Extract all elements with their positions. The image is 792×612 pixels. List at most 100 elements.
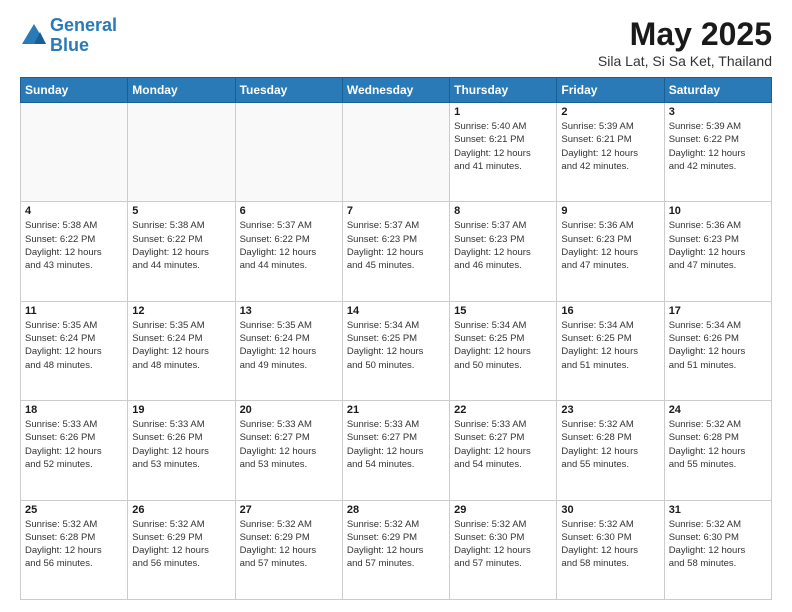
- calendar-cell: 24 Sunrise: 5:32 AM Sunset: 6:28 PM Dayli…: [664, 401, 771, 500]
- day-number: 20: [240, 404, 338, 416]
- day-number: 4: [25, 205, 123, 217]
- calendar-cell: 14Sunrise: 5:34 AM Sunset: 6:25 PM Dayli…: [342, 301, 449, 400]
- day-number: 11: [25, 305, 123, 317]
- logo-general: General: [50, 15, 117, 35]
- calendar-cell: 12Sunrise: 5:35 AM Sunset: 6:24 PM Dayli…: [128, 301, 235, 400]
- calendar-header-sunday: Sunday: [21, 78, 128, 103]
- day-info: Sunrise: 5:35 AM Sunset: 6:24 PM Dayligh…: [240, 319, 338, 372]
- calendar-cell: 2Sunrise: 5:39 AM Sunset: 6:21 PM Daylig…: [557, 103, 664, 202]
- day-number: 22: [454, 404, 552, 416]
- day-info: Sunrise: 5:34 AM Sunset: 6:25 PM Dayligh…: [454, 319, 552, 372]
- calendar-cell: 7Sunrise: 5:37 AM Sunset: 6:23 PM Daylig…: [342, 202, 449, 301]
- calendar-cell: 6 Sunrise: 5:37 AM Sunset: 6:22 PM Daylig…: [235, 202, 342, 301]
- day-info: Sunrise: 5:34 AM Sunset: 6:26 PM Dayligh…: [669, 319, 767, 372]
- calendar-cell: 18 Sunrise: 5:33 AM Sunset: 6:26 PM Dayli…: [21, 401, 128, 500]
- day-number: 8: [454, 205, 552, 217]
- day-info: Sunrise: 5:35 AM Sunset: 6:24 PM Dayligh…: [132, 319, 230, 372]
- calendar-cell: 25 Sunrise: 5:32 AM Sunset: 6:28 PM Dayli…: [21, 500, 128, 599]
- calendar-cell: 3 Sunrise: 5:39 AM Sunset: 6:22 PM Daylig…: [664, 103, 771, 202]
- calendar-week-3: 11 Sunrise: 5:35 AM Sunset: 6:24 PM Dayli…: [21, 301, 772, 400]
- day-info: Sunrise: 5:33 AM Sunset: 6:27 PM Dayligh…: [454, 418, 552, 471]
- page: General Blue May 2025 Sila Lat, Si Sa Ke…: [0, 0, 792, 612]
- day-info: Sunrise: 5:37 AM Sunset: 6:23 PM Dayligh…: [454, 219, 552, 272]
- calendar-cell: [342, 103, 449, 202]
- day-info: Sunrise: 5:32 AM Sunset: 6:30 PM Dayligh…: [561, 518, 659, 571]
- header: General Blue May 2025 Sila Lat, Si Sa Ke…: [20, 16, 772, 69]
- logo-blue: Blue: [50, 35, 89, 55]
- calendar-cell: 27 Sunrise: 5:32 AM Sunset: 6:29 PM Dayli…: [235, 500, 342, 599]
- calendar-header-monday: Monday: [128, 78, 235, 103]
- day-number: 31: [669, 504, 767, 516]
- calendar-cell: 16 Sunrise: 5:34 AM Sunset: 6:25 PM Dayli…: [557, 301, 664, 400]
- calendar-header-friday: Friday: [557, 78, 664, 103]
- calendar-cell: 21Sunrise: 5:33 AM Sunset: 6:27 PM Dayli…: [342, 401, 449, 500]
- day-number: 27: [240, 504, 338, 516]
- calendar-cell: 26Sunrise: 5:32 AM Sunset: 6:29 PM Dayli…: [128, 500, 235, 599]
- day-number: 30: [561, 504, 659, 516]
- calendar-header-saturday: Saturday: [664, 78, 771, 103]
- day-info: Sunrise: 5:34 AM Sunset: 6:25 PM Dayligh…: [347, 319, 445, 372]
- day-info: Sunrise: 5:33 AM Sunset: 6:27 PM Dayligh…: [240, 418, 338, 471]
- day-info: Sunrise: 5:32 AM Sunset: 6:28 PM Dayligh…: [25, 518, 123, 571]
- calendar-cell: 11 Sunrise: 5:35 AM Sunset: 6:24 PM Dayli…: [21, 301, 128, 400]
- day-info: Sunrise: 5:32 AM Sunset: 6:30 PM Dayligh…: [669, 518, 767, 571]
- day-number: 1: [454, 106, 552, 118]
- calendar-header-tuesday: Tuesday: [235, 78, 342, 103]
- day-info: Sunrise: 5:32 AM Sunset: 6:29 PM Dayligh…: [132, 518, 230, 571]
- day-info: Sunrise: 5:32 AM Sunset: 6:30 PM Dayligh…: [454, 518, 552, 571]
- day-number: 17: [669, 305, 767, 317]
- day-info: Sunrise: 5:39 AM Sunset: 6:22 PM Dayligh…: [669, 120, 767, 173]
- calendar-week-4: 18 Sunrise: 5:33 AM Sunset: 6:26 PM Dayli…: [21, 401, 772, 500]
- day-number: 25: [25, 504, 123, 516]
- calendar-cell: 31 Sunrise: 5:32 AM Sunset: 6:30 PM Dayli…: [664, 500, 771, 599]
- day-info: Sunrise: 5:40 AM Sunset: 6:21 PM Dayligh…: [454, 120, 552, 173]
- day-number: 15: [454, 305, 552, 317]
- month-title: May 2025: [598, 16, 772, 53]
- day-info: Sunrise: 5:37 AM Sunset: 6:22 PM Dayligh…: [240, 219, 338, 272]
- calendar-cell: 1 Sunrise: 5:40 AM Sunset: 6:21 PM Daylig…: [450, 103, 557, 202]
- calendar-cell: [21, 103, 128, 202]
- calendar-cell: 9Sunrise: 5:36 AM Sunset: 6:23 PM Daylig…: [557, 202, 664, 301]
- day-number: 18: [25, 404, 123, 416]
- day-number: 24: [669, 404, 767, 416]
- calendar-cell: 30 Sunrise: 5:32 AM Sunset: 6:30 PM Dayli…: [557, 500, 664, 599]
- calendar-cell: 5Sunrise: 5:38 AM Sunset: 6:22 PM Daylig…: [128, 202, 235, 301]
- calendar-cell: 4Sunrise: 5:38 AM Sunset: 6:22 PM Daylig…: [21, 202, 128, 301]
- day-number: 7: [347, 205, 445, 217]
- calendar-cell: 17 Sunrise: 5:34 AM Sunset: 6:26 PM Dayli…: [664, 301, 771, 400]
- calendar-header-row: SundayMondayTuesdayWednesdayThursdayFrid…: [21, 78, 772, 103]
- day-info: Sunrise: 5:32 AM Sunset: 6:29 PM Dayligh…: [240, 518, 338, 571]
- day-number: 28: [347, 504, 445, 516]
- day-info: Sunrise: 5:34 AM Sunset: 6:25 PM Dayligh…: [561, 319, 659, 372]
- calendar-cell: 13 Sunrise: 5:35 AM Sunset: 6:24 PM Dayli…: [235, 301, 342, 400]
- day-info: Sunrise: 5:33 AM Sunset: 6:26 PM Dayligh…: [25, 418, 123, 471]
- day-info: Sunrise: 5:32 AM Sunset: 6:28 PM Dayligh…: [561, 418, 659, 471]
- day-info: Sunrise: 5:32 AM Sunset: 6:29 PM Dayligh…: [347, 518, 445, 571]
- location: Sila Lat, Si Sa Ket, Thailand: [598, 53, 772, 69]
- calendar-cell: 19 Sunrise: 5:33 AM Sunset: 6:26 PM Dayli…: [128, 401, 235, 500]
- logo: General Blue: [20, 16, 117, 56]
- day-number: 13: [240, 305, 338, 317]
- day-info: Sunrise: 5:35 AM Sunset: 6:24 PM Dayligh…: [25, 319, 123, 372]
- day-number: 10: [669, 205, 767, 217]
- title-block: May 2025 Sila Lat, Si Sa Ket, Thailand: [598, 16, 772, 69]
- calendar-week-1: 1 Sunrise: 5:40 AM Sunset: 6:21 PM Daylig…: [21, 103, 772, 202]
- calendar-cell: 15 Sunrise: 5:34 AM Sunset: 6:25 PM Dayli…: [450, 301, 557, 400]
- day-info: Sunrise: 5:33 AM Sunset: 6:26 PM Dayligh…: [132, 418, 230, 471]
- calendar-cell: 23Sunrise: 5:32 AM Sunset: 6:28 PM Dayli…: [557, 401, 664, 500]
- calendar-cell: 29 Sunrise: 5:32 AM Sunset: 6:30 PM Dayli…: [450, 500, 557, 599]
- day-number: 19: [132, 404, 230, 416]
- day-number: 16: [561, 305, 659, 317]
- day-number: 3: [669, 106, 767, 118]
- day-info: Sunrise: 5:32 AM Sunset: 6:28 PM Dayligh…: [669, 418, 767, 471]
- day-number: 9: [561, 205, 659, 217]
- calendar-cell: 8 Sunrise: 5:37 AM Sunset: 6:23 PM Daylig…: [450, 202, 557, 301]
- day-number: 6: [240, 205, 338, 217]
- calendar-cell: [235, 103, 342, 202]
- calendar-cell: 22 Sunrise: 5:33 AM Sunset: 6:27 PM Dayli…: [450, 401, 557, 500]
- day-number: 29: [454, 504, 552, 516]
- calendar-cell: 20 Sunrise: 5:33 AM Sunset: 6:27 PM Dayli…: [235, 401, 342, 500]
- calendar-week-5: 25 Sunrise: 5:32 AM Sunset: 6:28 PM Dayli…: [21, 500, 772, 599]
- calendar-table: SundayMondayTuesdayWednesdayThursdayFrid…: [20, 77, 772, 600]
- day-number: 2: [561, 106, 659, 118]
